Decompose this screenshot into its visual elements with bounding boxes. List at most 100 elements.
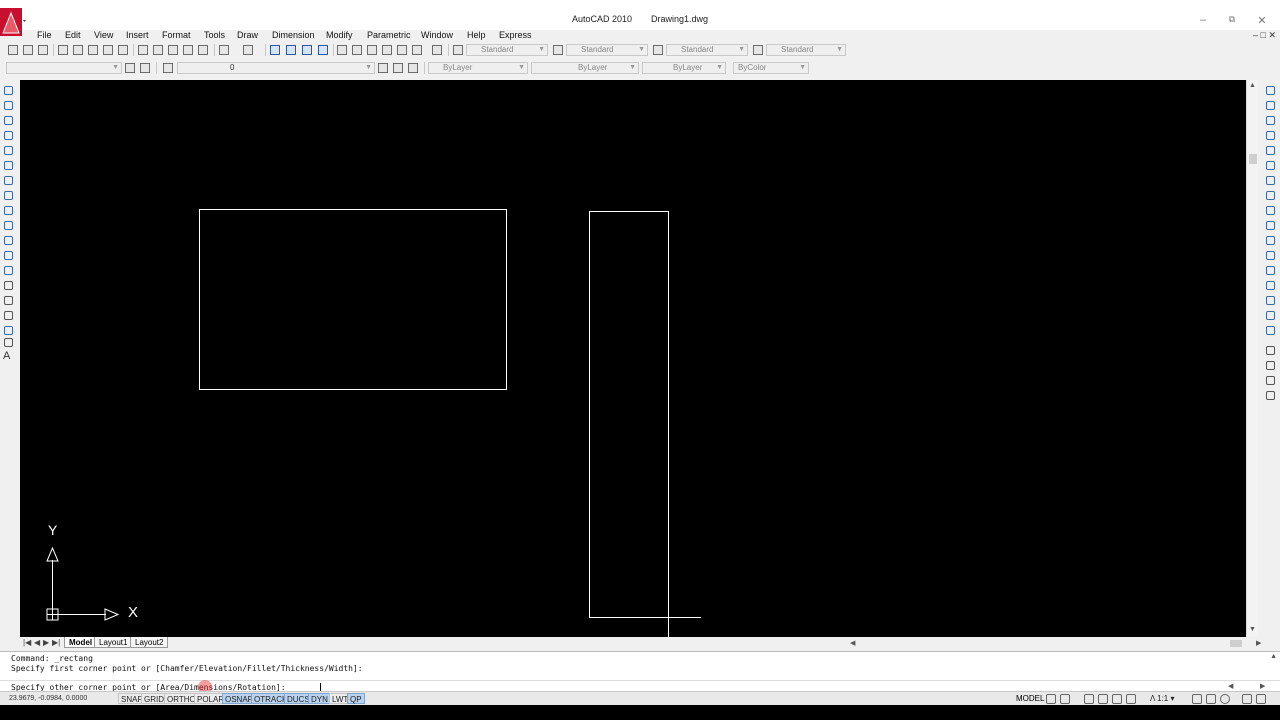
spline-icon[interactable] xyxy=(4,206,13,215)
copy-icon[interactable] xyxy=(153,45,163,55)
construction-line-icon[interactable] xyxy=(4,101,13,110)
hatch-icon[interactable] xyxy=(4,296,13,305)
table-icon[interactable] xyxy=(4,338,13,347)
menu-parametric[interactable]: Parametric xyxy=(367,30,411,40)
publish-icon[interactable] xyxy=(88,45,98,55)
lock-icon[interactable] xyxy=(1242,694,1252,704)
cut-icon[interactable] xyxy=(138,45,148,55)
plot-preview-icon[interactable] xyxy=(73,45,83,55)
menu-file[interactable]: File xyxy=(37,30,52,40)
erase-icon[interactable] xyxy=(1266,86,1275,95)
line-icon[interactable] xyxy=(4,86,13,95)
multileader-style-select[interactable]: Standard ▼ xyxy=(766,44,846,56)
qp-toggle[interactable]: QP xyxy=(347,693,365,704)
layer-states-icon[interactable] xyxy=(408,63,418,73)
scroll-left-icon[interactable]: ◀ xyxy=(850,639,855,647)
open-icon[interactable] xyxy=(23,45,33,55)
table-style-icon[interactable] xyxy=(653,45,663,55)
doc-minimize-icon[interactable]: – xyxy=(1253,30,1258,40)
tab-layout2[interactable]: Layout2 xyxy=(130,637,169,648)
layer-properties-icon[interactable] xyxy=(163,63,173,73)
tab-layout1[interactable]: Layout1 xyxy=(94,637,133,648)
steering-wheel-icon[interactable] xyxy=(1112,694,1122,704)
scroll-thumb[interactable] xyxy=(1230,640,1242,647)
new-icon[interactable] xyxy=(8,45,18,55)
fillet-icon[interactable] xyxy=(1266,311,1275,320)
next-tab-icon[interactable]: ▶ xyxy=(43,638,49,647)
tool-palettes-icon[interactable] xyxy=(367,45,377,55)
menu-dimension[interactable]: Dimension xyxy=(272,30,315,40)
scale-icon[interactable] xyxy=(1266,191,1275,200)
doc-restore-icon[interactable]: □ xyxy=(1261,30,1266,40)
minimize-icon[interactable]: – xyxy=(1193,14,1213,26)
pan-status-icon[interactable] xyxy=(1084,694,1094,704)
sheet-set-icon[interactable] xyxy=(382,45,392,55)
text-style-icon[interactable] xyxy=(453,45,463,55)
join-icon[interactable] xyxy=(1266,281,1275,290)
workspace-settings-icon[interactable] xyxy=(125,63,135,73)
drawing-area[interactable]: X Y xyxy=(20,80,1246,637)
close-icon[interactable]: ✕ xyxy=(1252,14,1272,27)
bring-above-icon[interactable] xyxy=(1266,376,1275,385)
move-icon[interactable] xyxy=(1266,161,1275,170)
properties-icon[interactable] xyxy=(337,45,347,55)
draw-order-front-icon[interactable] xyxy=(1266,346,1275,355)
zoom-previous-icon[interactable] xyxy=(318,45,328,55)
draw-order-back-icon[interactable] xyxy=(1266,361,1275,370)
menu-help[interactable]: Help xyxy=(467,30,486,40)
annotation-scale[interactable]: Λ 1:1 ▾ xyxy=(1150,694,1175,703)
workspace-switching-gear-icon[interactable] xyxy=(1220,694,1230,704)
last-tab-icon[interactable]: ▶| xyxy=(52,638,60,647)
menu-modify[interactable]: Modify xyxy=(326,30,353,40)
coordinate-display[interactable]: 23.9679, -0.0984, 0.0000 xyxy=(9,695,87,702)
clean-screen-icon[interactable] xyxy=(1256,694,1266,704)
prev-tab-icon[interactable]: ◀ xyxy=(34,638,40,647)
restore-icon[interactable]: ⧉ xyxy=(1222,14,1242,25)
scroll-right-icon[interactable]: ▶ xyxy=(1256,639,1261,647)
etransmit-icon[interactable] xyxy=(118,45,128,55)
stretch-icon[interactable] xyxy=(1266,206,1275,215)
menu-draw[interactable]: Draw xyxy=(237,30,258,40)
plot-style-select[interactable]: ByColor ▼ xyxy=(733,62,809,74)
break-icon[interactable] xyxy=(1266,266,1275,275)
table-style-select[interactable]: Standard ▼ xyxy=(666,44,748,56)
first-tab-icon[interactable]: |◀ xyxy=(23,638,31,647)
dim-style-select[interactable]: Standard ▼ xyxy=(566,44,648,56)
annotation-visibility-icon[interactable] xyxy=(1192,694,1202,704)
point-icon[interactable] xyxy=(4,281,13,290)
doc-close-icon[interactable]: ✕ xyxy=(1268,30,1276,40)
layer-previous-icon[interactable] xyxy=(393,63,403,73)
make-object-layer-current-icon[interactable] xyxy=(378,63,388,73)
multileader-style-icon[interactable] xyxy=(753,45,763,55)
undo-icon[interactable] xyxy=(219,45,229,55)
markup-icon[interactable] xyxy=(397,45,407,55)
horizontal-scrollbar[interactable]: ◀ ▶ xyxy=(850,639,1270,648)
region-icon[interactable] xyxy=(4,326,13,335)
extend-icon[interactable] xyxy=(1266,236,1275,245)
quick-view-drawings-icon[interactable] xyxy=(1060,694,1070,704)
design-center-icon[interactable] xyxy=(352,45,362,55)
layer-select[interactable]: 0 ▼ xyxy=(177,62,375,74)
chamfer-icon[interactable] xyxy=(1266,296,1275,305)
menu-edit[interactable]: Edit xyxy=(65,30,81,40)
pan-icon[interactable] xyxy=(270,45,280,55)
mirror-icon[interactable] xyxy=(1266,116,1275,125)
rectangle-shape[interactable] xyxy=(199,209,507,390)
multiline-text-icon[interactable]: A xyxy=(3,350,10,362)
showmotion-icon[interactable] xyxy=(1126,694,1136,704)
help-icon[interactable] xyxy=(432,45,442,55)
menu-view[interactable]: View xyxy=(94,30,113,40)
ellipse-arc-icon[interactable] xyxy=(4,236,13,245)
quickcalc-icon[interactable] xyxy=(412,45,422,55)
copy-object-icon[interactable] xyxy=(1266,101,1275,110)
explode-icon[interactable] xyxy=(1266,326,1275,335)
tab-model[interactable]: Model xyxy=(64,637,98,648)
command-scroll-up-icon[interactable]: ▲ xyxy=(1270,653,1277,660)
gradient-icon[interactable] xyxy=(4,311,13,320)
scroll-thumb[interactable] xyxy=(1249,154,1257,164)
linetype-select[interactable]: ByLayer ▼ xyxy=(531,62,639,74)
rotate-icon[interactable] xyxy=(1266,176,1275,185)
offset-icon[interactable] xyxy=(1266,131,1275,140)
my-workspace-icon[interactable] xyxy=(140,63,150,73)
menu-window[interactable]: Window xyxy=(421,30,453,40)
